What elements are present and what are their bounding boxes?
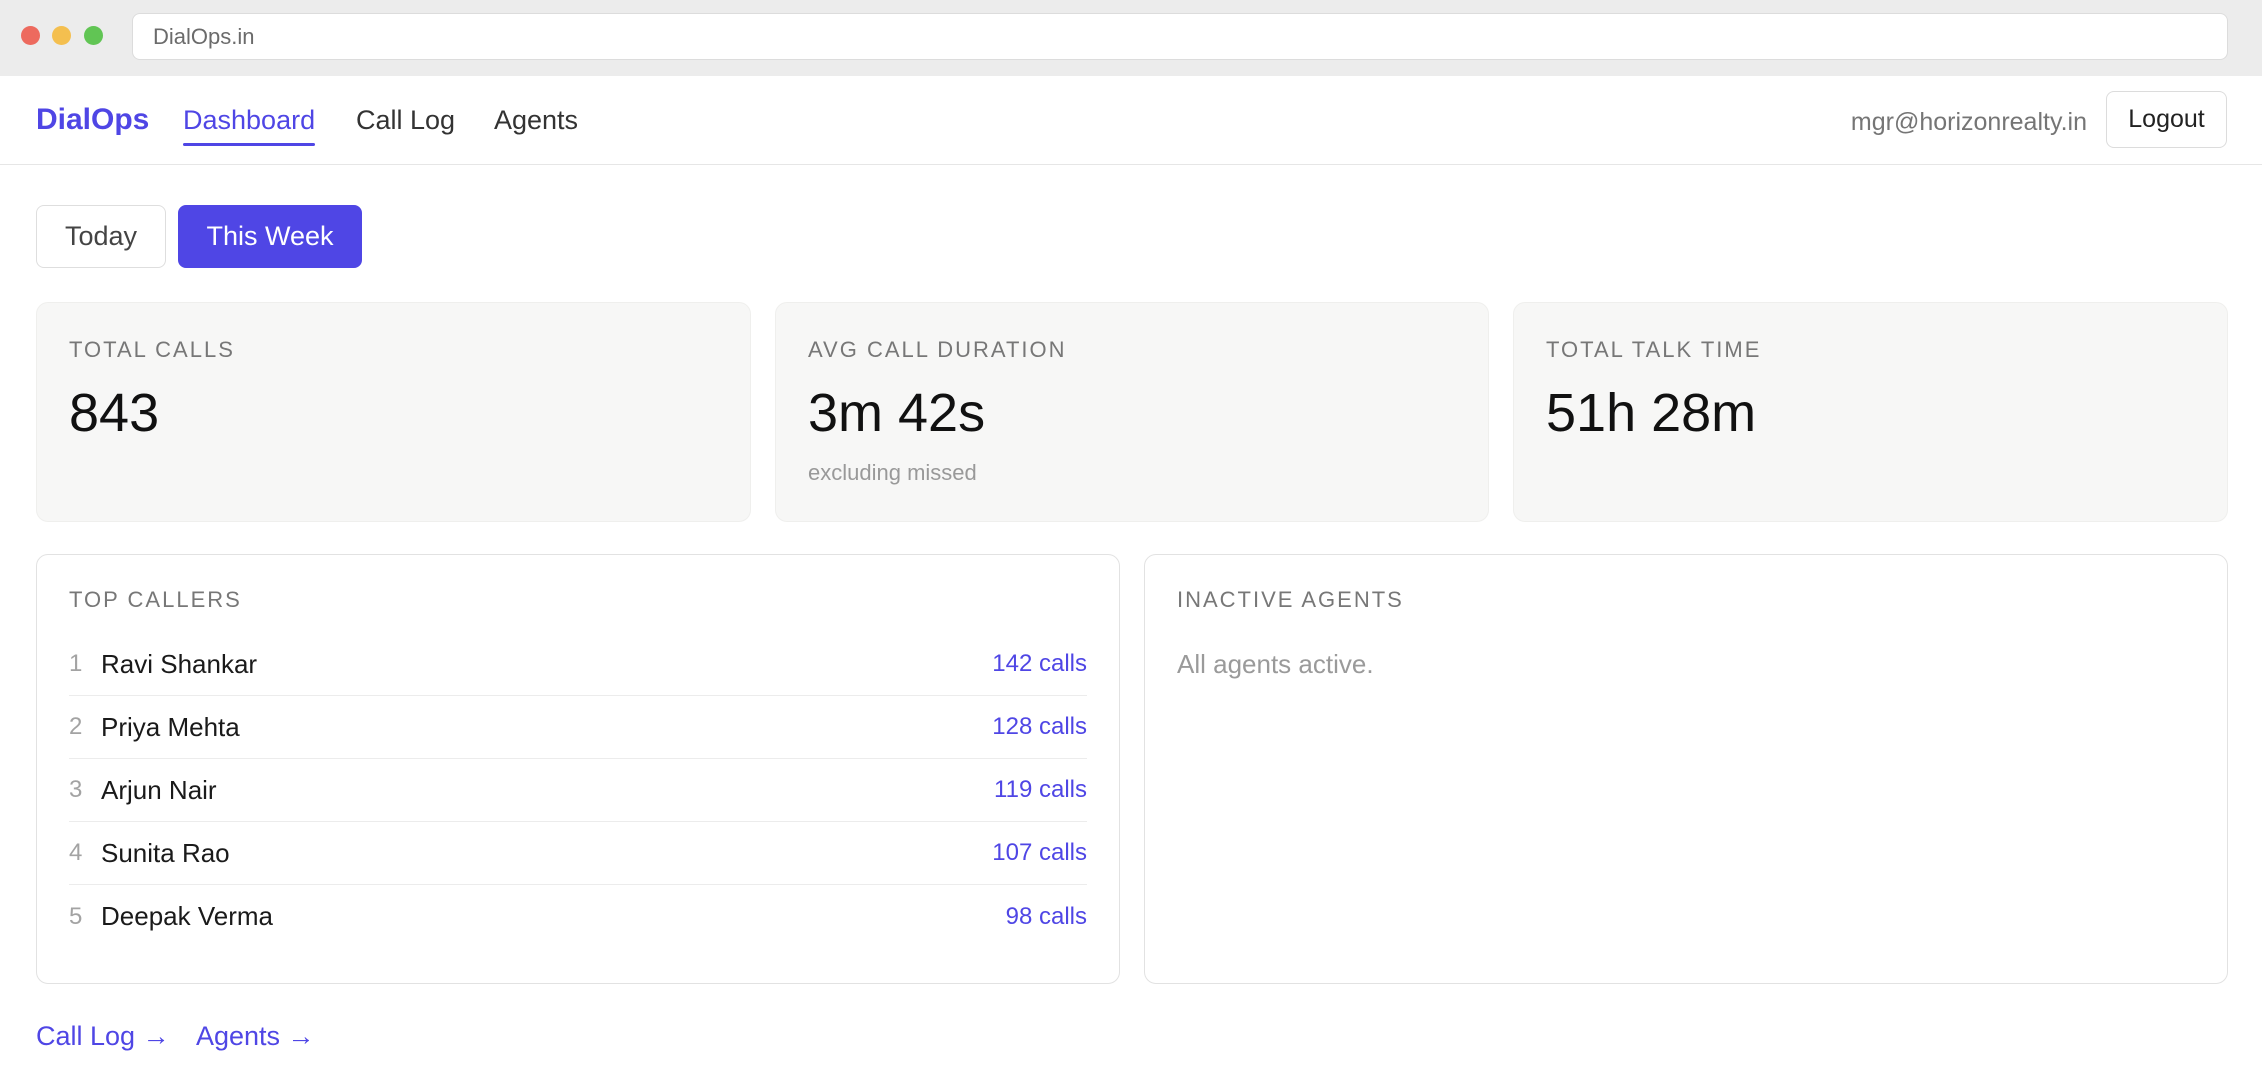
- caller-rank: 3: [69, 776, 83, 803]
- caller-name: Sunita Rao: [101, 837, 230, 868]
- caller-calls: 98 calls: [1005, 902, 1087, 930]
- caller-rank: 5: [69, 902, 83, 930]
- caller-calls: 142 calls: [992, 650, 1087, 677]
- caller-name: Priya Mehta: [101, 711, 240, 742]
- stat-value: 3m 42s: [808, 383, 986, 443]
- user-email: mgr@horizonrealty.in: [1850, 108, 2087, 136]
- stat-value: 843: [69, 383, 160, 443]
- panel-title: TOP CALLERS: [69, 587, 242, 612]
- address-bar[interactable]: DialOps.in: [132, 13, 2228, 60]
- page: DialOps Dashboard Call Log Agents mgr@ho…: [0, 76, 2262, 1090]
- caller-row[interactable]: 1 Ravi Shankar 142 calls: [69, 633, 1087, 696]
- empty-state-message: All agents active.: [1177, 649, 1374, 679]
- logout-button[interactable]: Logout: [2106, 91, 2227, 148]
- maximize-window-icon[interactable]: [84, 26, 103, 45]
- caller-rank: 4: [69, 839, 83, 866]
- stat-note: excluding missed: [808, 460, 977, 485]
- caller-rank: 1: [69, 650, 83, 677]
- footer-agents-link[interactable]: Agents →: [196, 1018, 315, 1054]
- browser-chrome: DialOps.in: [0, 0, 2262, 76]
- close-window-icon[interactable]: [21, 26, 40, 45]
- caller-row[interactable]: 3 Arjun Nair 119 calls: [69, 759, 1087, 822]
- caller-row[interactable]: 4 Sunita Rao 107 calls: [69, 822, 1087, 885]
- stat-label: TOTAL CALLS: [69, 337, 235, 362]
- caller-list: 1 Ravi Shankar 142 calls 2 Priya Mehta 1…: [69, 633, 1087, 948]
- caller-rank: 2: [69, 713, 83, 740]
- stat-label: TOTAL TALK TIME: [1546, 337, 1762, 362]
- panel-title: INACTIVE AGENTS: [1177, 587, 1404, 612]
- caller-row[interactable]: 5 Deepak Verma 98 calls: [69, 885, 1087, 948]
- nav-agents[interactable]: Agents: [494, 102, 578, 138]
- range-this-week-button[interactable]: This Week: [178, 205, 362, 268]
- stat-card-avg-duration: AVG CALL DURATION 3m 42s excluding misse…: [775, 302, 1489, 522]
- nav-call-log[interactable]: Call Log: [356, 102, 455, 138]
- brand-logo[interactable]: DialOps: [36, 102, 149, 138]
- footer-call-log-link[interactable]: Call Log →: [36, 1018, 170, 1054]
- stat-card-total-calls: TOTAL CALLS 843: [36, 302, 751, 522]
- caller-row[interactable]: 2 Priya Mehta 128 calls: [69, 696, 1087, 759]
- caller-name: Deepak Verma: [101, 901, 273, 931]
- stat-value: 51h 28m: [1546, 383, 1757, 443]
- inactive-agents-panel: INACTIVE AGENTS All agents active.: [1144, 554, 2228, 984]
- caller-calls: 107 calls: [992, 839, 1087, 866]
- top-callers-panel: TOP CALLERS 1 Ravi Shankar 142 calls 2 P…: [36, 554, 1120, 984]
- minimize-window-icon[interactable]: [52, 26, 71, 45]
- stat-card-talk-time: TOTAL TALK TIME 51h 28m: [1513, 302, 2228, 522]
- caller-name: Arjun Nair: [101, 774, 217, 805]
- stat-label: AVG CALL DURATION: [808, 337, 1067, 362]
- caller-calls: 119 calls: [994, 776, 1087, 803]
- caller-calls: 128 calls: [992, 713, 1087, 740]
- caller-name: Ravi Shankar: [101, 648, 258, 679]
- nav-dashboard[interactable]: Dashboard: [183, 102, 316, 146]
- top-nav: DialOps Dashboard Call Log Agents mgr@ho…: [0, 76, 2262, 165]
- range-today-button[interactable]: Today: [36, 205, 166, 268]
